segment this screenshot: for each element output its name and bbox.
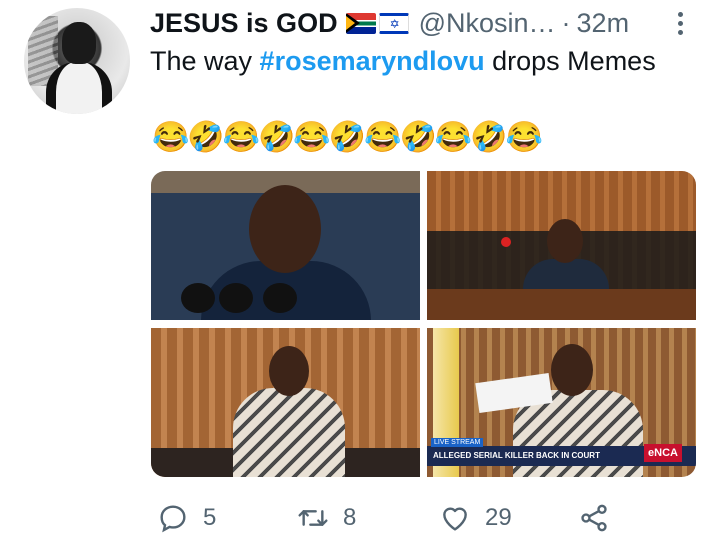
tweet-text: The way #rosemaryndlovu drops Memes xyxy=(150,46,656,77)
retweet-icon xyxy=(298,510,328,526)
microphone-icon xyxy=(219,283,253,313)
channel-logo: eNCA xyxy=(644,444,682,462)
media-photo-3[interactable] xyxy=(151,328,420,477)
emoji-line: 😂🤣😂🤣😂🤣😂🤣😂🤣😂 xyxy=(152,121,543,154)
avatar-figure-head xyxy=(62,22,96,64)
tweet-text-after: drops Memes xyxy=(484,46,656,76)
heart-icon xyxy=(443,507,467,531)
tweet-header: JESUS is GOD ✡ @Nkosin… · 32m xyxy=(150,8,629,38)
more-options-icon[interactable] xyxy=(670,8,690,38)
display-name[interactable]: JESUS is GOD xyxy=(150,8,338,39)
separator-dot: · xyxy=(561,7,571,38)
tweet-actions: 5 8 29 xyxy=(0,498,720,538)
israel-flag-icon: ✡ xyxy=(378,12,409,34)
photo-subject-head xyxy=(269,346,309,396)
share-icon xyxy=(581,504,607,532)
photo-desk xyxy=(427,289,696,320)
retweet-count: 8 xyxy=(343,504,357,531)
reply-icon xyxy=(160,505,186,533)
like-button[interactable]: 29 xyxy=(439,498,512,538)
news-tag: LIVE STREAM xyxy=(431,438,484,447)
name-flags: ✡ xyxy=(345,12,409,34)
media-photo-1[interactable] xyxy=(151,171,420,320)
avatar-figure-body xyxy=(46,62,112,114)
author-avatar[interactable] xyxy=(24,8,130,114)
reply-count: 5 xyxy=(203,504,217,531)
photo-subject-head xyxy=(551,344,593,396)
reply-button[interactable]: 5 xyxy=(157,498,216,538)
photo-subject-head xyxy=(249,185,321,273)
tweet-text-before: The way xyxy=(150,46,260,76)
photo-subject-head xyxy=(547,219,583,263)
timestamp[interactable]: 32m xyxy=(577,8,630,39)
media-grid: LIVE STREAM ALLEGED SERIAL KILLER BACK I… xyxy=(151,171,696,477)
media-photo-2[interactable] xyxy=(427,171,696,320)
microphone-icon xyxy=(263,283,297,313)
share-button[interactable] xyxy=(578,498,610,538)
like-count: 29 xyxy=(485,504,512,531)
photo-light xyxy=(501,237,511,247)
south-africa-flag-icon xyxy=(345,12,376,34)
media-photo-4[interactable]: LIVE STREAM ALLEGED SERIAL KILLER BACK I… xyxy=(427,328,696,477)
retweet-button[interactable]: 8 xyxy=(297,498,356,538)
photo-subject-body xyxy=(233,388,345,477)
news-ticker-text: ALLEGED SERIAL KILLER BACK IN COURT xyxy=(433,451,600,460)
hashtag-link[interactable]: #rosemaryndlovu xyxy=(260,46,485,76)
user-handle[interactable]: @Nkosin… xyxy=(419,8,556,39)
microphone-icon xyxy=(181,283,215,313)
